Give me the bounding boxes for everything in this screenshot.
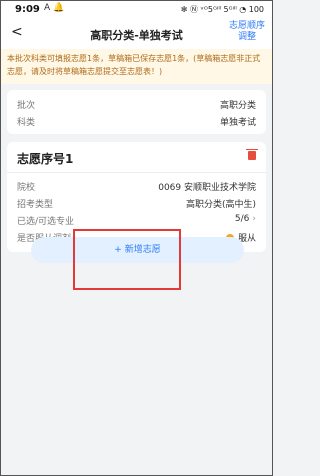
status-icons-right: ✻ Ⓝ ᵛᴼ5ᴳᴵˡˡ 5ᴳᴵˡˡ ◔ 100 bbox=[180, 5, 264, 14]
subject-row: 科类 单独考试 bbox=[17, 115, 256, 131]
highlight-box bbox=[73, 229, 181, 290]
batch-row: 批次 高职分类 bbox=[17, 98, 256, 114]
major-label: 已选/可选专业 bbox=[17, 217, 75, 227]
type-value: 高职分类(高中生) bbox=[185, 200, 256, 210]
major-value: 5/6 bbox=[234, 214, 250, 224]
wish-title: 志愿序号1 bbox=[17, 152, 74, 166]
school-row: 院校 0069 安顺职业技术学院 bbox=[17, 180, 256, 196]
type-label: 招考类型 bbox=[17, 200, 54, 210]
status-bar: 9:09 A 🔔 ✻ Ⓝ ᵛᴼ5ᴳᴵˡˡ 5ᴳᴵˡˡ ◔ 100 bbox=[1, 1, 272, 19]
subject-value: 单独考试 bbox=[219, 118, 256, 128]
status-time: 9:09 bbox=[15, 4, 40, 15]
chevron-right-icon: › bbox=[252, 214, 256, 224]
adjust-order-button[interactable]: 志愿顺序调整 bbox=[226, 21, 268, 43]
divider bbox=[7, 172, 266, 173]
school-value: 0069 安顺职业技术学院 bbox=[158, 183, 256, 193]
school-label: 院校 bbox=[17, 183, 36, 193]
batch-card: 批次 高职分类 科类 单独考试 bbox=[7, 90, 266, 134]
trash-icon[interactable] bbox=[246, 149, 258, 160]
major-value-wrap[interactable]: 5/6 › bbox=[235, 214, 256, 224]
batch-label: 批次 bbox=[17, 101, 36, 111]
batch-value: 高职分类 bbox=[219, 101, 256, 111]
notice-banner: 本批次科类可填报志愿1条，草稿箱已保存志愿1条，(草稿箱志愿非正式志愿，请及时将… bbox=[1, 49, 272, 84]
major-row[interactable]: 已选/可选专业 5/6 › bbox=[17, 214, 256, 230]
status-icons-left: A 🔔 bbox=[44, 3, 65, 13]
type-row: 招考类型 高职分类(高中生) bbox=[17, 197, 256, 213]
subject-label: 科类 bbox=[17, 118, 36, 128]
header: < 高职分类-单独考试 志愿顺序调整 bbox=[1, 19, 272, 49]
